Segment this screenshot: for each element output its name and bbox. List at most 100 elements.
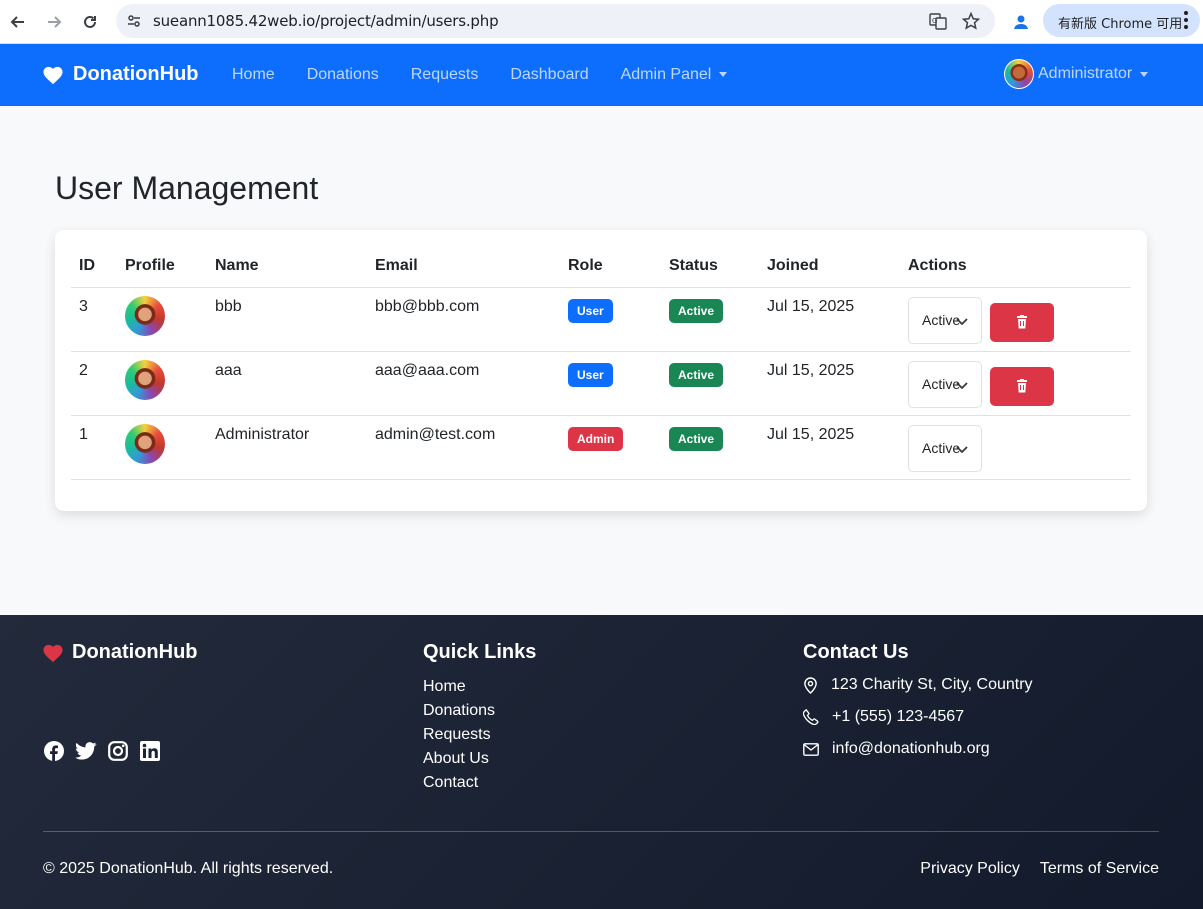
contact-phone-row: +1 (555) 123-4567 xyxy=(803,707,1033,727)
url-text[interactable]: sueann1085.42web.io/project/admin/users.… xyxy=(153,12,499,30)
user-id: 1 xyxy=(71,415,117,480)
chevron-down-icon xyxy=(956,317,968,325)
user-name: aaa xyxy=(207,351,367,416)
footer-link-donations[interactable]: Donations xyxy=(423,699,495,723)
linkedin-icon[interactable] xyxy=(139,740,161,762)
quick-links-title: Quick Links xyxy=(423,641,537,663)
user-email: admin@test.com xyxy=(367,415,560,480)
legal-links: Privacy Policy Terms of Service xyxy=(900,860,1159,878)
column-header-profile: Profile xyxy=(117,246,207,288)
status-select-value: Active xyxy=(922,312,961,328)
chevron-down-icon xyxy=(956,445,968,453)
status-badge: Active xyxy=(669,362,724,387)
page-title: User Management xyxy=(55,170,319,206)
site-footer: DonationHub Quick Links Home Donations R… xyxy=(0,615,1203,909)
table-row: 3 bbb bbb@bbb.com User Active Jul 15, 20… xyxy=(71,287,1131,352)
address-bar[interactable]: sueann1085.42web.io/project/admin/users.… xyxy=(116,4,995,38)
translate-icon[interactable]: G xyxy=(927,10,949,32)
reload-icon[interactable] xyxy=(76,8,104,36)
role-badge: Admin xyxy=(568,426,624,451)
footer-link-home[interactable]: Home xyxy=(423,675,495,699)
footer-link-contact[interactable]: Contact xyxy=(423,771,495,795)
twitter-icon[interactable] xyxy=(75,740,97,762)
role-badge: User xyxy=(568,298,613,323)
users-card: ID Profile Name Email Role Status Joined… xyxy=(55,230,1147,511)
avatar xyxy=(125,295,165,336)
instagram-icon[interactable] xyxy=(107,740,129,762)
contact-address-row: 123 Charity St, City, Country xyxy=(803,675,1033,695)
trash-icon xyxy=(1017,315,1027,329)
chevron-down-icon xyxy=(956,381,968,389)
column-header-status: Status xyxy=(661,246,759,288)
status-select[interactable]: Active xyxy=(908,360,982,408)
contact-phone: +1 (555) 123-4567 xyxy=(832,708,965,725)
update-label: 有新版 Chrome 可用 xyxy=(1058,17,1183,32)
nav-link-home[interactable]: Home xyxy=(232,66,275,84)
status-select[interactable]: Active xyxy=(908,296,982,344)
phone-icon xyxy=(803,709,819,725)
nav-link-donations[interactable]: Donations xyxy=(307,66,379,84)
footer-brand: DonationHub xyxy=(42,641,198,664)
site-settings-icon[interactable] xyxy=(124,11,144,31)
user-name: bbb xyxy=(207,287,367,352)
table-row: 2 aaa aaa@aaa.com User Active Jul 15, 20… xyxy=(71,351,1131,416)
navbar-brand[interactable]: DonationHub xyxy=(42,63,199,86)
bookmark-star-icon[interactable] xyxy=(960,10,982,32)
column-header-actions: Actions xyxy=(900,246,1131,288)
avatar xyxy=(125,359,165,400)
contact-email-row: info@donationhub.org xyxy=(803,739,1033,759)
delete-user-button[interactable] xyxy=(990,366,1054,406)
joined-date: Jul 15, 2025 xyxy=(759,287,900,352)
terms-of-service-link[interactable]: Terms of Service xyxy=(1040,860,1159,878)
status-select-value: Active xyxy=(922,440,961,456)
delete-user-button[interactable] xyxy=(990,302,1054,342)
user-menu-dropdown[interactable]: Administrator xyxy=(1004,59,1149,89)
status-badge: Active xyxy=(669,298,724,323)
forward-icon[interactable] xyxy=(40,8,68,36)
footer-brand-name: DonationHub xyxy=(72,641,198,663)
heart-icon xyxy=(43,644,63,662)
column-header-email: Email xyxy=(367,246,560,288)
nav-link-dashboard[interactable]: Dashboard xyxy=(510,66,588,84)
column-header-name: Name xyxy=(207,246,367,288)
status-select[interactable]: Active xyxy=(908,424,982,472)
social-links xyxy=(43,740,171,762)
nav-admin-panel-dropdown[interactable]: Admin Panel xyxy=(621,66,728,84)
user-name: Administrator xyxy=(207,415,367,480)
user-email: bbb@bbb.com xyxy=(367,287,560,352)
envelope-icon xyxy=(803,742,819,756)
table-row: 1 Administrator admin@test.com Admin Act… xyxy=(71,415,1131,480)
contact-title: Contact Us xyxy=(803,641,909,663)
heart-icon xyxy=(43,66,63,84)
column-header-role: Role xyxy=(560,246,661,288)
joined-date: Jul 15, 2025 xyxy=(759,415,900,480)
privacy-policy-link[interactable]: Privacy Policy xyxy=(920,860,1020,878)
copyright-text: © 2025 DonationHub. All rights reserved. xyxy=(43,860,334,877)
chrome-update-button[interactable]: 有新版 Chrome 可用 xyxy=(1043,4,1200,37)
back-icon[interactable] xyxy=(4,8,32,36)
user-id: 3 xyxy=(71,287,117,352)
user-email: aaa@aaa.com xyxy=(367,351,560,416)
status-select-value: Active xyxy=(922,376,961,392)
facebook-icon[interactable] xyxy=(43,740,65,762)
browser-toolbar: sueann1085.42web.io/project/admin/users.… xyxy=(0,0,1203,44)
brand-name: DonationHub xyxy=(73,63,199,85)
user-id: 2 xyxy=(71,351,117,416)
column-header-id: ID xyxy=(71,246,117,288)
column-header-joined: Joined xyxy=(759,246,900,288)
contact-address: 123 Charity St, City, Country xyxy=(831,676,1033,693)
footer-link-requests[interactable]: Requests xyxy=(423,723,495,747)
quick-links-list: Home Donations Requests About Us Contact xyxy=(423,675,495,795)
chrome-profile-icon[interactable] xyxy=(1008,9,1034,35)
footer-link-about-us[interactable]: About Us xyxy=(423,747,495,771)
admin-panel-label: Admin Panel xyxy=(620,66,712,83)
users-table: ID Profile Name Email Role Status Joined… xyxy=(71,246,1131,480)
svg-text:G: G xyxy=(932,17,937,25)
nav-link-requests[interactable]: Requests xyxy=(411,66,479,84)
trash-icon xyxy=(1017,379,1027,393)
more-menu-icon[interactable] xyxy=(1184,11,1188,32)
map-pin-icon xyxy=(804,676,817,694)
contact-info: 123 Charity St, City, Country +1 (555) 1… xyxy=(803,675,1033,771)
joined-date: Jul 15, 2025 xyxy=(759,351,900,416)
avatar xyxy=(125,423,165,464)
